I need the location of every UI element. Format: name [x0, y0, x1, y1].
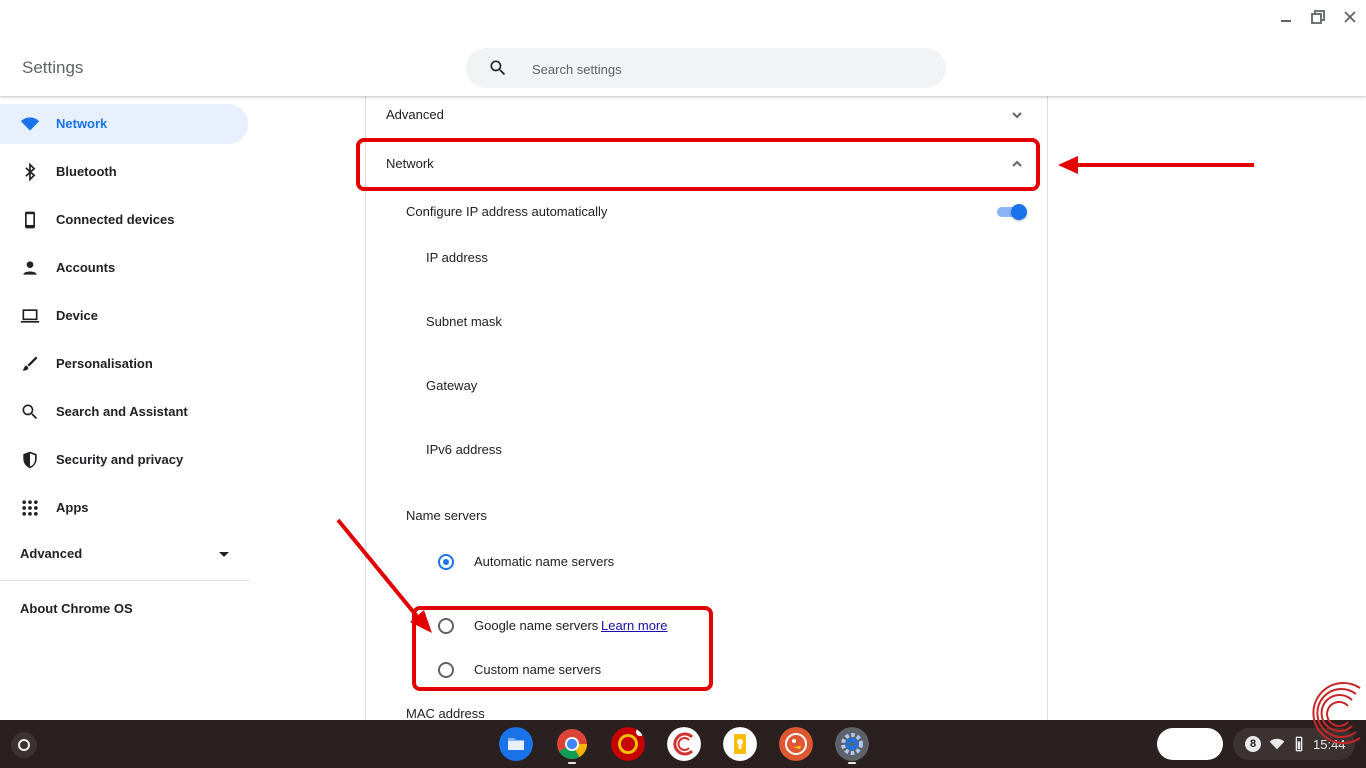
name-servers-label: Name servers — [406, 508, 487, 523]
sidebar-item-apps[interactable]: Apps — [0, 488, 248, 528]
shield-icon — [23, 451, 37, 469]
sidebar-item-device[interactable]: Device — [0, 296, 248, 336]
launcher-button[interactable] — [11, 732, 37, 758]
network-section-label[interactable]: Network — [386, 156, 434, 171]
status-area[interactable]: 8 15:44 — [1233, 728, 1355, 760]
app-title: Settings — [22, 58, 84, 77]
brush-icon — [22, 356, 38, 371]
search-icon — [22, 404, 38, 420]
toggle-knob — [1011, 204, 1027, 220]
search-bar[interactable] — [466, 48, 946, 90]
chevron-up-icon[interactable] — [1009, 156, 1025, 172]
automatic-name-servers-label[interactable]: Automatic name servers — [474, 554, 614, 569]
gateway-label: Gateway — [426, 378, 478, 393]
sidebar-item-connected-devices[interactable]: Connected devices — [0, 200, 248, 240]
google-name-servers-label[interactable]: Google name servers — [474, 618, 598, 633]
search-input[interactable] — [530, 48, 934, 90]
custom-name-servers-radio[interactable] — [438, 662, 454, 678]
sidebar-advanced-label: Advanced — [20, 546, 83, 561]
annotation-arrow-right — [1058, 156, 1254, 174]
person-icon — [23, 261, 37, 275]
bluetooth-icon — [25, 162, 36, 182]
title-bar: Settings — [0, 0, 1366, 96]
c-app-icon[interactable] — [667, 727, 701, 761]
sidebar-item-label: Connected devices — [56, 212, 175, 227]
about-chrome-os-link[interactable]: About Chrome OS — [20, 601, 133, 616]
sidebar-item-label: Network — [56, 116, 108, 131]
caret-down-icon — [219, 552, 229, 557]
phone-icon — [25, 211, 35, 229]
ip-address-label: IP address — [426, 250, 488, 265]
sidebar-item-bluetooth[interactable]: Bluetooth — [0, 152, 248, 192]
advanced-section-label[interactable]: Advanced — [386, 107, 444, 122]
configure-ip-toggle[interactable] — [995, 204, 1027, 220]
laptop-icon — [20, 309, 40, 323]
settings-icon[interactable] — [835, 727, 869, 761]
network-settings-card: Advanced Network Configure IP address au… — [365, 96, 1048, 720]
custom-name-servers-label[interactable]: Custom name servers — [474, 662, 601, 677]
chrome-icon[interactable] — [555, 727, 589, 761]
sidebar-item-search-and-assistant[interactable]: Search and Assistant — [0, 392, 248, 432]
configure-ip-label: Configure IP address automatically — [406, 204, 608, 219]
sidebar-item-label: Device — [56, 308, 98, 323]
sidebar: Network Bluetooth Connected devices Acco… — [0, 96, 250, 720]
running-indicator — [848, 762, 856, 764]
sidebar-item-accounts[interactable]: Accounts — [0, 248, 248, 288]
restore-icon[interactable] — [1307, 6, 1329, 28]
holding-space-pod[interactable] — [1157, 728, 1223, 760]
automatic-name-servers-radio[interactable] — [438, 554, 454, 570]
sidebar-item-label: Apps — [56, 500, 89, 515]
close-icon[interactable] — [1339, 6, 1361, 28]
battery-icon — [1295, 736, 1303, 752]
subnet-mask-label: Subnet mask — [426, 314, 502, 329]
chevron-down-icon[interactable] — [1009, 107, 1025, 123]
files-icon[interactable] — [499, 727, 533, 761]
sidebar-divider — [0, 580, 250, 581]
wifi-icon — [1269, 738, 1285, 750]
sidebar-item-label: Accounts — [56, 260, 116, 275]
sidebar-item-label: Personalisation — [56, 356, 153, 371]
learn-more-link[interactable]: Learn more — [601, 618, 667, 633]
duckduckgo-icon[interactable] — [779, 727, 813, 761]
sidebar-advanced-toggle[interactable]: Advanced — [0, 542, 248, 566]
sidebar-item-network[interactable]: Network — [0, 104, 248, 144]
ipv6-address-label: IPv6 address — [426, 442, 502, 457]
sidebar-item-personalisation[interactable]: Personalisation — [0, 344, 248, 384]
keep-icon[interactable] — [723, 727, 757, 761]
notification-count-badge: 8 — [1245, 736, 1261, 752]
minimize-icon[interactable] — [1275, 6, 1297, 28]
sidebar-item-label: Search and Assistant — [56, 404, 188, 419]
sidebar-item-label: Security and privacy — [56, 452, 184, 467]
man-utd-app-icon[interactable] — [611, 727, 645, 761]
google-name-servers-radio[interactable] — [438, 618, 454, 634]
running-indicator — [568, 762, 576, 764]
search-icon — [490, 60, 506, 76]
clock: 15:44 — [1313, 737, 1346, 752]
mac-address-label: MAC address — [406, 706, 485, 720]
sidebar-item-label: Bluetooth — [56, 164, 117, 179]
apps-grid-icon — [22, 500, 38, 516]
wifi-icon — [20, 117, 40, 131]
sidebar-item-security-and-privacy[interactable]: Security and privacy — [0, 440, 248, 480]
shelf: 8 15:44 — [0, 720, 1366, 768]
